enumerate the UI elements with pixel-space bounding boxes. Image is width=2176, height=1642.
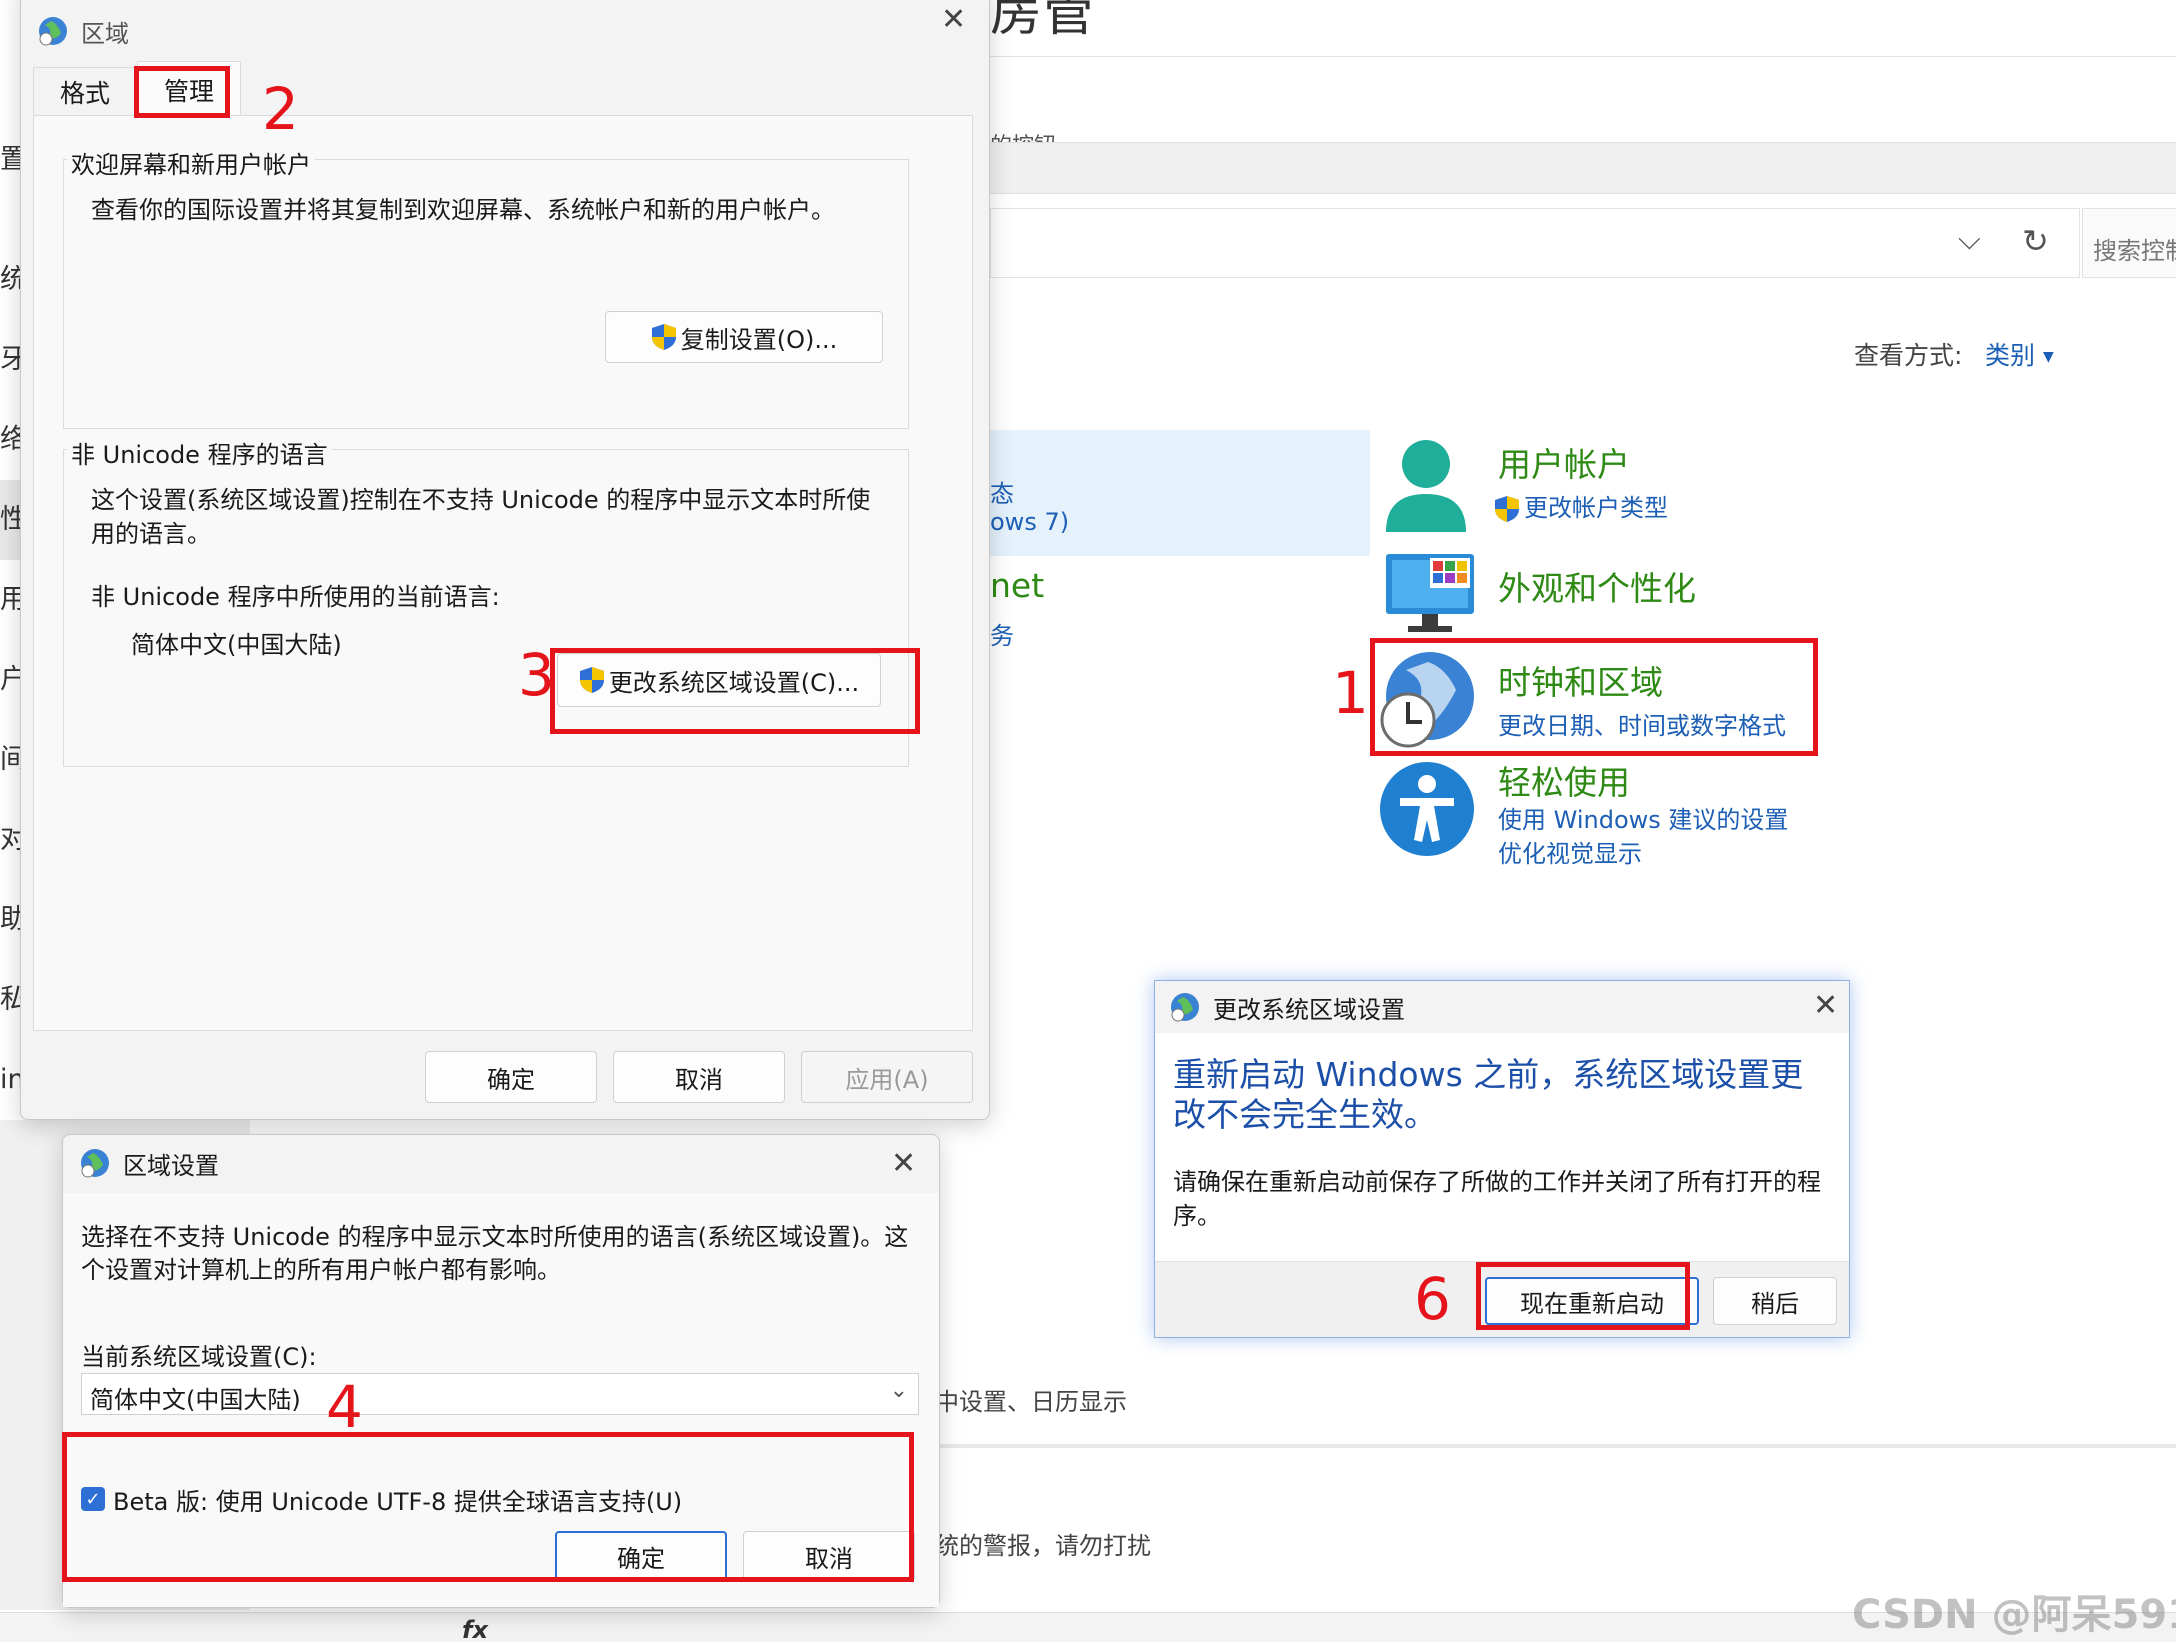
refresh-icon[interactable]: ↻	[2022, 222, 2049, 260]
annotation-step-1: 1	[1332, 659, 1369, 727]
cp-middle-head[interactable]: net	[990, 566, 1044, 605]
locale-description: 选择在不支持 Unicode 的程序中显示文本时所使用的语言(系统区域设置)。这…	[81, 1223, 909, 1284]
tab-format[interactable]: 格式	[33, 67, 137, 115]
ease-of-access-title[interactable]: 轻松使用	[1498, 756, 1630, 804]
cp-middle-link-1[interactable]: 态	[990, 474, 1014, 509]
cp-toolbar-band	[990, 142, 2176, 194]
region-apply-button[interactable]: 应用(A)	[801, 1051, 973, 1103]
chevron-down-icon: ⌄	[889, 1378, 908, 1403]
annotation-step-3: 3	[518, 641, 555, 709]
appearance-title[interactable]: 外观和个性化	[1498, 562, 1696, 610]
restart-dialog-titlebar: 更改系统区域设置	[1155, 981, 1849, 1033]
view-by-value: 类别	[1985, 341, 2036, 370]
tab-format-label: 格式	[59, 78, 110, 108]
copy-settings-label: 复制设置(O)...	[680, 325, 838, 354]
globe-icon	[79, 1147, 111, 1179]
optimize-visual-display-link[interactable]: 优化视觉显示	[1498, 834, 1642, 869]
region-dialog-titlebar: 区域	[21, 1, 989, 61]
dropdown-arrow-icon: ▼	[2043, 349, 2054, 365]
globe-icon	[37, 15, 69, 47]
shield-icon	[1494, 495, 1520, 523]
user-accounts-icon[interactable]	[1384, 436, 1468, 536]
cp-lower-divider	[935, 1444, 2176, 1448]
ease-of-access-icon[interactable]	[1378, 760, 1476, 858]
unicode-current-value: 简体中文(中国大陆)	[131, 631, 342, 659]
view-by-label: 查看方式:	[1854, 341, 1963, 370]
restart-headline: 重新启动 Windows 之前，系统区域设置更改不会完全生效。	[1173, 1055, 1804, 1134]
welcome-group-label: 欢迎屏幕和新用户帐户	[67, 145, 315, 180]
annotation-box-clock-region	[1370, 638, 1818, 756]
copy-settings-button[interactable]: 复制设置(O)...	[605, 311, 883, 363]
locale-select-value: 简体中文(中国大陆)	[90, 1386, 301, 1414]
fx-label: fx	[462, 1616, 488, 1642]
annotation-step-4: 4	[326, 1373, 363, 1441]
welcome-description: 查看你的国际设置并将其复制到欢迎屏幕、系统帐户和新的用户帐户。	[91, 196, 835, 224]
annotation-step-2: 2	[262, 75, 299, 143]
annotation-box-admin-tab	[134, 66, 230, 118]
region-dialog-title: 区域	[81, 19, 129, 48]
annotation-step-6: 6	[1414, 1265, 1451, 1333]
restart-dialog-title: 更改系统区域设置	[1213, 995, 1405, 1024]
view-by-dropdown[interactable]: 类别 ▼	[1985, 336, 2054, 372]
annotation-box-change-locale	[550, 648, 920, 734]
cp-lower-fragment-2: 统的警报，请勿打扰	[935, 1532, 1151, 1560]
cp-search-placeholder: 搜索控制	[2093, 237, 2176, 265]
csdn-watermark: CSDN @阿呆591	[1852, 1592, 2176, 1638]
region-cancel-label: 取消	[675, 1065, 723, 1094]
user-accounts-title[interactable]: 用户帐户	[1498, 438, 1630, 486]
unicode-group-label: 非 Unicode 程序的语言	[67, 435, 332, 470]
change-account-type-label: 更改帐户类型	[1524, 494, 1668, 522]
cp-middle-highlight	[990, 430, 1370, 556]
locale-dialog-titlebar: 区域设置	[63, 1135, 939, 1191]
chevron-down-icon[interactable]: ⌵	[1958, 222, 1981, 257]
annotation-box-beta-utf8	[62, 1432, 914, 1582]
region-ok-button[interactable]: 确定	[425, 1051, 597, 1103]
restart-later-label: 稍后	[1751, 1289, 1799, 1318]
locale-current-label: 当前系统区域设置(C):	[81, 1343, 317, 1371]
close-icon[interactable]: ✕	[941, 5, 966, 35]
appearance-icon[interactable]	[1384, 552, 1476, 636]
change-account-type-link[interactable]: 更改帐户类型	[1494, 488, 1668, 523]
restart-later-button[interactable]: 稍后	[1713, 1277, 1837, 1325]
cp-address-bar[interactable]	[990, 208, 2080, 278]
cp-bottom-bar	[0, 1612, 2176, 1642]
region-apply-label: 应用(A)	[845, 1065, 929, 1094]
cp-middle-link-2[interactable]: ows 7)	[990, 508, 1069, 536]
cp-middle-link-3[interactable]: 务	[990, 616, 1014, 651]
region-dialog: 区域 ✕ 格式 管理 欢迎屏幕和新用户帐户 查看你的国际设置并将其复制到欢迎屏幕…	[20, 0, 990, 1120]
locale-dialog-title: 区域设置	[123, 1151, 219, 1180]
region-cancel-button[interactable]: 取消	[613, 1051, 785, 1103]
locale-select[interactable]: 简体中文(中国大陆) ⌄	[81, 1373, 919, 1415]
cp-top-divider	[990, 56, 2176, 57]
annotation-box-restart-now	[1476, 1262, 1690, 1330]
unicode-description: 这个设置(系统区域设置)控制在不支持 Unicode 的程序中显示文本时所使用的…	[91, 486, 871, 548]
shield-icon	[651, 323, 677, 351]
cp-lower-fragment-1: 中设置、日历显示	[935, 1388, 1127, 1416]
unicode-current-label: 非 Unicode 程序中所使用的当前语言:	[91, 583, 500, 611]
close-icon[interactable]: ✕	[1813, 991, 1838, 1021]
restart-message: 请确保在重新启动前保存了所做的工作并关闭了所有打开的程序。	[1173, 1168, 1821, 1230]
windows-suggested-settings-link[interactable]: 使用 Windows 建议的设置	[1498, 800, 1788, 835]
globe-icon	[1169, 991, 1201, 1023]
cp-title-fragment: 房管	[990, 0, 1095, 43]
region-ok-label: 确定	[487, 1065, 535, 1094]
cp-search-box[interactable]: 搜索控制	[2082, 208, 2176, 278]
close-icon[interactable]: ✕	[891, 1149, 916, 1179]
